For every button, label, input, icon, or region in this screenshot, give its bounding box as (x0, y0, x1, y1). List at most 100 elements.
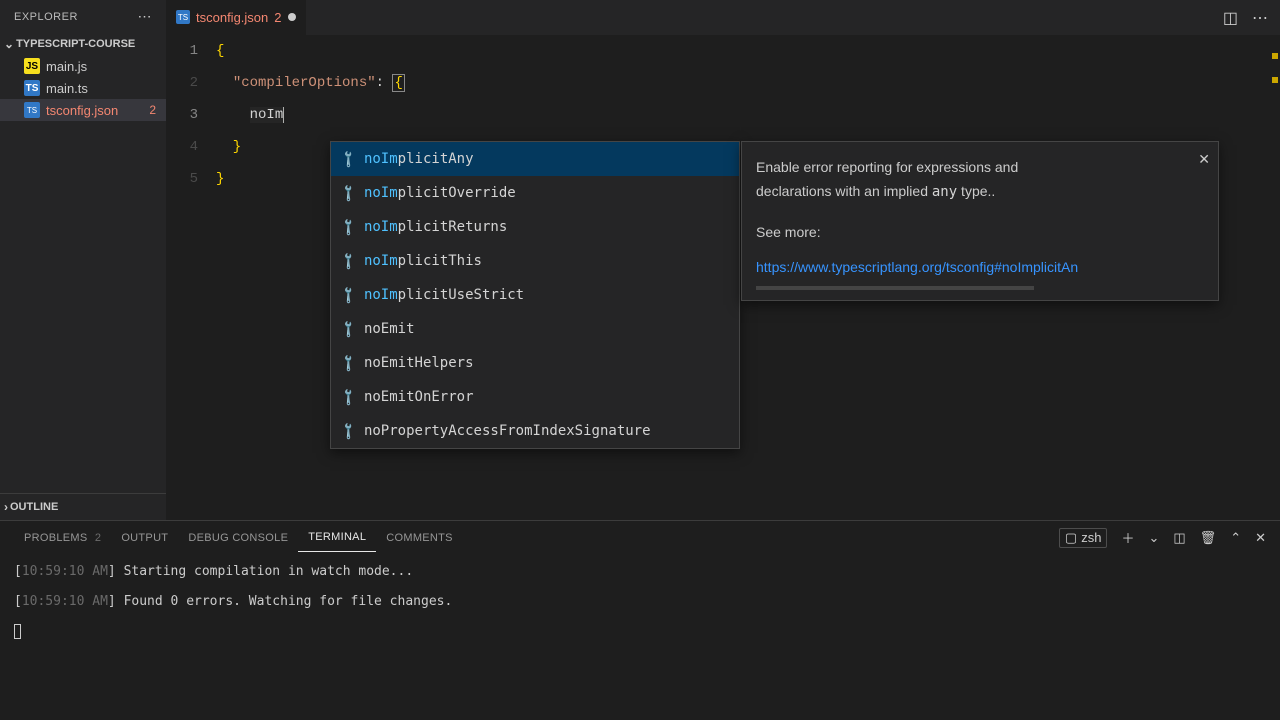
more-actions-icon[interactable]: ⋯ (1252, 8, 1268, 28)
json-file-icon: TS (24, 102, 40, 118)
close-icon[interactable]: ✕ (1198, 148, 1210, 172)
explorer-header: EXPLORER ⋯ (0, 0, 166, 33)
property-icon: 🔧 (335, 316, 361, 342)
autocomplete-label: noImplicitReturns (364, 216, 507, 238)
terminal-dropdown-icon[interactable]: ⌄ (1148, 530, 1159, 546)
code-text (216, 107, 250, 123)
doc-scrollbar[interactable] (756, 286, 1034, 290)
autocomplete-item[interactable]: 🔧 noEmitHelpers (331, 346, 739, 380)
more-icon[interactable]: ⋯ (138, 8, 153, 25)
property-icon: 🔧 (335, 248, 361, 274)
chevron-down-icon: ⌄ (4, 37, 14, 51)
autocomplete-label: noPropertyAccessFromIndexSignature (364, 420, 651, 442)
autocomplete-item[interactable]: 🔧 noPropertyAccessFromIndexSignature (331, 414, 739, 448)
property-icon: 🔧 (335, 384, 361, 410)
autocomplete-item[interactable]: 🔧 noImplicitReturns (331, 210, 739, 244)
autocomplete-label: noImplicitThis (364, 250, 482, 272)
line-number: 2 (166, 67, 198, 99)
tab-tsconfig[interactable]: TS tsconfig.json 2 (166, 0, 306, 35)
code-text: } (216, 171, 224, 187)
file-item-main-ts[interactable]: TS main.ts (0, 77, 166, 99)
terminal-prompt (14, 620, 1266, 644)
line-number: 4 (166, 131, 198, 163)
chevron-right-icon: › (4, 500, 8, 514)
autocomplete-item[interactable]: 🔧 noImplicitUseStrict (331, 278, 739, 312)
sidebar: EXPLORER ⋯ ⌄ TYPESCRIPT-COURSE JS main.j… (0, 0, 166, 520)
scrollbar[interactable] (1268, 35, 1280, 520)
json-file-icon: TS (176, 10, 190, 24)
property-icon: 🔧 (335, 214, 361, 240)
panel-tab-debug[interactable]: DEBUG CONSOLE (178, 524, 298, 552)
property-icon: 🔧 (335, 350, 361, 376)
doc-text: Enable error reporting for expressions a… (756, 156, 1204, 205)
panel-tabs: PROBLEMS 2 OUTPUT DEBUG CONSOLE TERMINAL… (0, 521, 1280, 554)
code-text: "compilerOptions" (233, 75, 376, 91)
code-text: { (392, 74, 404, 92)
tab-problems: 2 (274, 10, 281, 25)
panel-tab-output[interactable]: OUTPUT (111, 524, 178, 552)
panel-tab-comments[interactable]: COMMENTS (376, 524, 463, 552)
problems-count: 2 (95, 532, 101, 544)
code-text: noIm (250, 107, 285, 123)
shell-name: zsh (1081, 530, 1101, 545)
tab-label: tsconfig.json (196, 10, 268, 25)
doc-link[interactable]: https://www.typescriptlang.org/tsconfig#… (756, 259, 1078, 275)
code-text: : (376, 75, 393, 91)
property-icon: 🔧 (335, 146, 361, 172)
autocomplete-popup: 🔧 noImplicitAny 🔧 noImplicitOverride 🔧 n… (330, 141, 740, 449)
autocomplete-item[interactable]: 🔧 noEmit (331, 312, 739, 346)
panel-actions: ▢ zsh ＋ ⌄ ◫ 🗑 ⌃ ✕ (1059, 528, 1266, 548)
js-file-icon: JS (24, 58, 40, 74)
terminal-line: [10:59:10 AM] Found 0 errors. Watching f… (14, 590, 1266, 614)
autocomplete-item[interactable]: 🔧 noImplicitOverride (331, 176, 739, 210)
code-text: } (216, 139, 241, 155)
dirty-indicator-icon (288, 13, 296, 21)
explorer-title: EXPLORER (14, 11, 78, 23)
problems-badge: 2 (149, 103, 156, 117)
autocomplete-label: noImplicitAny (364, 148, 474, 170)
autocomplete-item[interactable]: 🔧 noImplicitThis (331, 244, 739, 278)
terminal-icon: ▢ (1065, 530, 1077, 546)
folder-header[interactable]: ⌄ TYPESCRIPT-COURSE (0, 33, 166, 55)
close-panel-icon[interactable]: ✕ (1255, 530, 1266, 546)
file-item-tsconfig[interactable]: TS tsconfig.json 2 (0, 99, 166, 121)
autocomplete-item[interactable]: 🔧 noEmitOnError (331, 380, 739, 414)
autocomplete-item[interactable]: 🔧 noImplicitAny (331, 142, 739, 176)
autocomplete-label: noImplicitOverride (364, 182, 516, 204)
file-tree: JS main.js TS main.ts TS tsconfig.json 2 (0, 55, 166, 493)
line-number: 5 (166, 163, 198, 195)
file-name: main.ts (46, 81, 88, 96)
autocomplete-label: noEmit (364, 318, 415, 340)
outline-label: OUTLINE (10, 501, 58, 513)
split-editor-icon[interactable]: ◫ (1223, 8, 1238, 28)
terminal[interactable]: [10:59:10 AM] Starting compilation in wa… (0, 554, 1280, 720)
line-number: 3 (166, 99, 198, 131)
property-icon: 🔧 (335, 282, 361, 308)
split-terminal-icon[interactable]: ◫ (1173, 530, 1185, 546)
code-text: { (216, 43, 224, 59)
file-name: tsconfig.json (46, 103, 118, 118)
doc-popup: ✕ Enable error reporting for expressions… (741, 141, 1219, 301)
outline-header[interactable]: › OUTLINE (0, 493, 166, 520)
new-terminal-icon[interactable]: ＋ (1121, 528, 1134, 547)
kill-terminal-icon[interactable]: 🗑 (1200, 530, 1217, 546)
autocomplete-label: noEmitOnError (364, 386, 474, 408)
property-icon: 🔧 (335, 418, 361, 444)
bottom-panel: PROBLEMS 2 OUTPUT DEBUG CONSOLE TERMINAL… (0, 520, 1280, 720)
property-icon: 🔧 (335, 180, 361, 206)
shell-selector[interactable]: ▢ zsh (1059, 528, 1108, 548)
panel-tab-problems[interactable]: PROBLEMS 2 (14, 524, 111, 552)
ts-file-icon: TS (24, 80, 40, 96)
code-lines: { "compilerOptions": { noIm } } 🔧 noImpl… (216, 35, 1280, 520)
autocomplete-label: noEmitHelpers (364, 352, 474, 374)
line-number: 1 (166, 35, 198, 67)
maximize-panel-icon[interactable]: ⌃ (1230, 530, 1241, 546)
folder-name: TYPESCRIPT-COURSE (16, 38, 135, 50)
code-editor[interactable]: 1 2 3 4 5 { "compilerOptions": { noIm } … (166, 35, 1280, 520)
tab-bar: TS tsconfig.json 2 ◫ ⋯ (166, 0, 1280, 35)
autocomplete-label: noImplicitUseStrict (364, 284, 524, 306)
file-name: main.js (46, 59, 87, 74)
file-item-main-js[interactable]: JS main.js (0, 55, 166, 77)
panel-tab-terminal[interactable]: TERMINAL (298, 523, 376, 552)
doc-see-more: See more: (756, 221, 1204, 245)
